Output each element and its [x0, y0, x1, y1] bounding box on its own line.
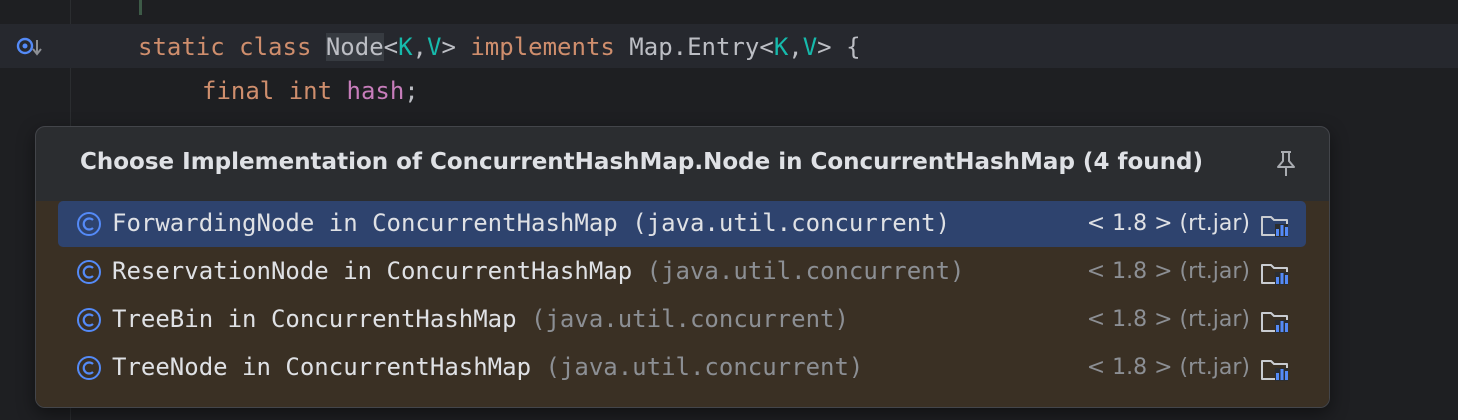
field-name: hash — [346, 77, 405, 105]
implementation-name: TreeNode in ConcurrentHashMap — [112, 353, 532, 381]
library-label: < 1.8 > (rt.jar) — [1086, 259, 1250, 284]
implementation-package: (java.util.concurrent) — [531, 305, 849, 333]
library-folder-icon — [1261, 216, 1288, 237]
implementation-item[interactable]: TreeNode in ConcurrentHashMap (java.util… — [58, 345, 1306, 391]
indent-guide — [139, 0, 142, 15]
implementation-name: TreeBin in ConcurrentHashMap — [112, 305, 517, 333]
popup-title: Choose Implementation of ConcurrentHashM… — [80, 149, 1203, 175]
keyword: static class — [138, 33, 326, 61]
class-icon — [77, 356, 101, 380]
punct: , — [412, 33, 427, 61]
library-label: < 1.8 > (rt.jar) — [1086, 211, 1250, 236]
class-name[interactable]: Node — [325, 33, 384, 61]
library-label: < 1.8 > (rt.jar) — [1086, 355, 1250, 380]
keyword: final int — [202, 77, 347, 105]
implementation-package: (java.util.concurrent) — [632, 209, 951, 237]
code-line-field-hash[interactable]: final int hash; — [202, 76, 419, 106]
punct: < — [383, 33, 399, 61]
implemented-override-icon[interactable] — [16, 36, 42, 58]
pin-icon[interactable] — [1273, 149, 1299, 179]
class-icon — [77, 308, 101, 332]
punct: ; — [404, 77, 419, 105]
implementation-item[interactable]: ForwardingNode in ConcurrentHashMap (jav… — [58, 201, 1306, 247]
interface-name: Map.Entry< — [614, 33, 774, 61]
punct: > { — [817, 33, 861, 61]
library-folder-icon — [1261, 264, 1288, 285]
implementation-name: ReservationNode in ConcurrentHashMap — [112, 257, 633, 285]
library-label: < 1.8 > (rt.jar) — [1086, 307, 1250, 332]
code-line-class-declaration[interactable]: static class Node<K,V> implements Map.En… — [138, 32, 861, 62]
library-folder-icon — [1261, 312, 1288, 333]
implementation-package: (java.util.concurrent) — [545, 353, 864, 381]
implementation-item[interactable]: ReservationNode in ConcurrentHashMap (ja… — [58, 249, 1306, 295]
class-icon — [77, 260, 101, 284]
library-folder-icon — [1261, 360, 1288, 381]
punct: , — [788, 33, 803, 61]
type-param: V — [802, 33, 818, 61]
choose-implementation-popup[interactable]: Choose Implementation of ConcurrentHashM… — [35, 126, 1330, 408]
implementation-list[interactable]: ForwardingNode in ConcurrentHashMap (jav… — [36, 201, 1329, 407]
implementation-item[interactable]: TreeBin in ConcurrentHashMap (java.util.… — [58, 297, 1306, 343]
type-param: K — [773, 33, 789, 61]
class-icon — [77, 212, 101, 236]
type-param: K — [398, 33, 413, 61]
implementation-package: (java.util.concurrent) — [646, 257, 965, 285]
keyword: implements — [470, 33, 615, 61]
punct: > — [441, 33, 471, 61]
implementation-name: ForwardingNode in ConcurrentHashMap — [112, 209, 618, 237]
type-param: V — [427, 33, 442, 61]
